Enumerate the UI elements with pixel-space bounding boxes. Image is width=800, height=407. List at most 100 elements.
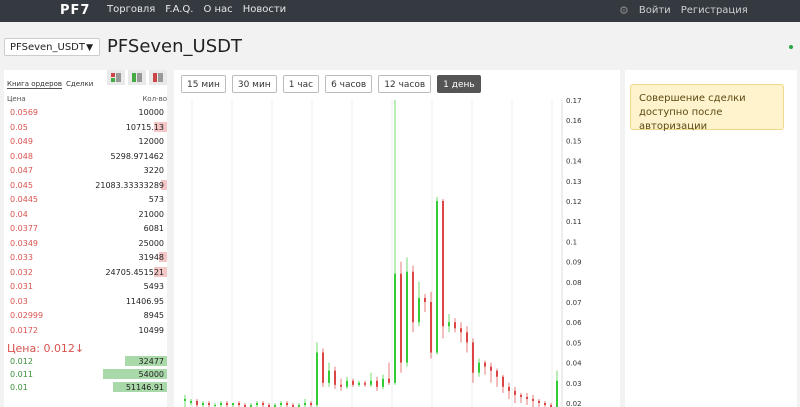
nav-trade[interactable]: Торговля xyxy=(107,4,155,15)
chevron-down-icon: ▼ xyxy=(86,43,93,53)
y-tick-label: 0.14 xyxy=(566,158,582,166)
site-logo[interactable]: PF7 xyxy=(60,3,90,18)
order-qty: 11406.95 xyxy=(125,296,164,306)
candle-body xyxy=(442,201,444,327)
candle-body xyxy=(484,362,486,367)
order-qty: 5493 xyxy=(143,282,164,291)
top-navbar: PF7 Торговля F.A.Q. О нас Новости ⚙ Войт… xyxy=(0,0,800,22)
tab-orderbook[interactable]: Книга ордеров xyxy=(7,80,63,89)
candle-body xyxy=(406,271,408,363)
sell-order-row[interactable]: 0.031 5493 xyxy=(7,279,167,293)
order-qty: 54000 xyxy=(138,370,164,379)
order-price: 0.0349 xyxy=(10,238,38,248)
y-tick-label: 0.04 xyxy=(566,360,582,368)
pair-select[interactable]: PFSeven_USDT ▼ xyxy=(4,38,100,56)
auth-notice: Совершение сделки доступно после авториз… xyxy=(630,84,784,132)
sell-order-row[interactable]: 0.0569 10000 xyxy=(7,105,167,119)
view-buys-icon[interactable] xyxy=(128,70,146,85)
candle-body xyxy=(520,394,522,397)
login-link[interactable]: Войти xyxy=(639,5,671,16)
order-qty: 6081 xyxy=(143,224,164,233)
gear-icon[interactable]: ⚙ xyxy=(619,4,629,17)
buy-order-row[interactable]: 0.012 32477 xyxy=(7,354,167,368)
chart-y-axis: 0.17 0.16 0.15 0.14 0.13 0.12 0.11 0.1 0.09 0.08 0… xyxy=(561,97,582,407)
chart-grid xyxy=(191,100,553,407)
nav-faq[interactable]: F.A.Q. xyxy=(165,4,193,15)
y-tick-label: 0.12 xyxy=(566,198,582,206)
sell-order-row[interactable]: 0.0349 25000 xyxy=(7,236,167,250)
order-price: 0.02999 xyxy=(10,311,44,320)
candle-body xyxy=(316,352,318,406)
candle-body xyxy=(346,380,348,387)
price-chart[interactable]: 0.17 0.16 0.15 0.14 0.13 0.12 0.11 0.1 0.09 0.08 0… xyxy=(174,70,620,407)
sell-order-row[interactable]: 0.05 10715.13 xyxy=(7,120,167,134)
sell-order-row[interactable]: 0.033 31948 xyxy=(7,250,167,264)
sell-order-row[interactable]: 0.04 21000 xyxy=(7,207,167,221)
candle-body xyxy=(418,297,420,323)
buy-order-row[interactable]: 0.01 51146.91 xyxy=(7,380,167,394)
y-tick-label: 0.1 xyxy=(566,238,577,246)
order-price: 0.0172 xyxy=(10,325,38,335)
order-price: 0.011 xyxy=(10,370,33,379)
candle-body xyxy=(184,398,186,401)
order-price: 0.01 xyxy=(10,383,28,392)
y-tick-label: 0.06 xyxy=(566,319,582,327)
nav-news[interactable]: Новости xyxy=(243,4,286,15)
tab-trades[interactable]: Сделки xyxy=(66,80,93,89)
y-tick-label: 0.07 xyxy=(566,299,582,307)
sell-order-row[interactable]: 0.0377 6081 xyxy=(7,221,167,235)
sell-order-row[interactable]: 0.047 3220 xyxy=(7,163,167,177)
trade-panel: Совершение сделки доступно после авториз… xyxy=(625,70,797,407)
order-qty: 24705.451521 xyxy=(105,267,164,277)
y-tick-label: 0.09 xyxy=(566,259,582,267)
sell-order-row[interactable]: 0.03 11406.95 xyxy=(7,294,167,308)
candle-body xyxy=(310,403,312,406)
sell-order-row[interactable]: 0.0445 573 xyxy=(7,192,167,206)
order-qty: 21083.33333289 xyxy=(95,180,164,190)
y-tick-label: 0.16 xyxy=(566,117,582,125)
y-tick-label: 0.15 xyxy=(566,137,582,145)
sell-order-row[interactable]: 0.045 21083.33333289 xyxy=(7,178,167,192)
view-both-icon[interactable] xyxy=(107,70,125,85)
nav-about[interactable]: О нас xyxy=(203,4,232,15)
candle-body xyxy=(358,382,360,385)
page-title: PFSeven_USDT xyxy=(107,36,242,57)
pair-select-value: PFSeven_USDT xyxy=(10,42,85,53)
orderbook-panel: Книга ордеров Сделки Цена Кол-во 0.0569 1… xyxy=(4,70,167,407)
sell-order-row[interactable]: 0.032 24705.451521 xyxy=(7,265,167,279)
order-qty: 8945 xyxy=(143,311,164,320)
candle-body xyxy=(382,378,384,387)
order-price: 0.048 xyxy=(10,151,33,161)
candle-body xyxy=(424,297,426,302)
y-tick-label: 0.03 xyxy=(566,380,582,388)
sell-order-row[interactable]: 0.049 12000 xyxy=(7,134,167,148)
order-price: 0.04 xyxy=(10,209,28,219)
candle-body xyxy=(460,328,462,333)
sell-order-row[interactable]: 0.048 5298.971462 xyxy=(7,149,167,163)
order-qty: 51146.91 xyxy=(125,383,164,392)
y-tick-label: 0.11 xyxy=(566,218,582,226)
candle-body xyxy=(466,332,468,343)
chart-panel: 15 мин 30 мин 1 час 6 часов 12 часов 1 д… xyxy=(174,70,620,407)
candle-body xyxy=(322,352,324,383)
y-tick-label: 0.02 xyxy=(566,400,582,407)
sell-order-row[interactable]: 0.02999 8945 xyxy=(7,308,167,322)
candle-body xyxy=(220,403,222,406)
chart-candles xyxy=(184,100,558,407)
sell-order-row[interactable]: 0.0172 10499 xyxy=(7,323,167,337)
candle-body xyxy=(328,370,330,383)
order-price: 0.045 xyxy=(10,180,33,190)
register-link[interactable]: Регистрация xyxy=(681,5,748,16)
orderbook-tabs: Книга ордеров Сделки xyxy=(7,80,93,89)
candle-body xyxy=(514,390,516,395)
view-sells-icon[interactable] xyxy=(149,70,167,85)
candle-body xyxy=(454,322,456,329)
candle-body xyxy=(508,386,510,391)
candle-body xyxy=(448,322,450,327)
candle-body xyxy=(436,201,438,353)
candle-body xyxy=(370,380,372,385)
y-tick-label: 0.13 xyxy=(566,178,582,186)
buy-order-row[interactable]: 0.011 54000 xyxy=(7,367,167,381)
candle-body xyxy=(196,400,198,406)
candle-body xyxy=(430,302,432,353)
